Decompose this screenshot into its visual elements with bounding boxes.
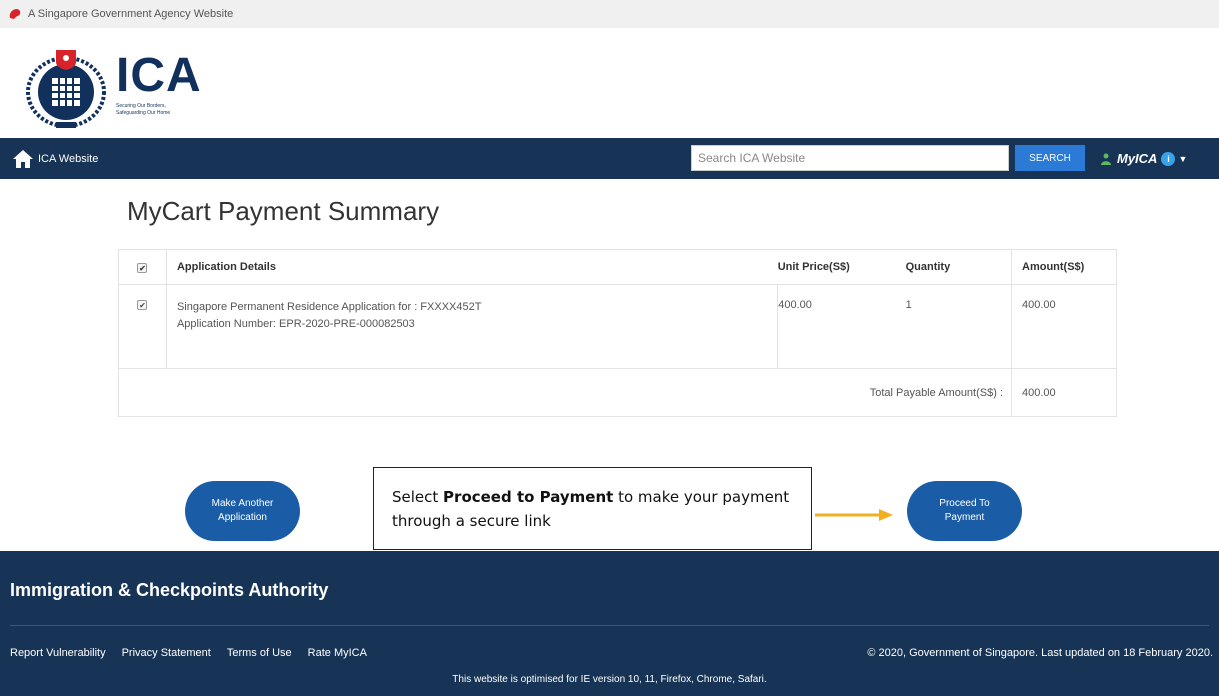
total-row: Total Payable Amount(S$) : 400.00 bbox=[118, 368, 1117, 417]
application-details-cell: Singapore Permanent Residence Applicatio… bbox=[165, 284, 779, 369]
make-another-line1: Make Another bbox=[211, 498, 274, 509]
footer-link-report-vulnerability[interactable]: Report Vulnerability bbox=[10, 647, 106, 659]
quantity-cell: 1 bbox=[905, 284, 1012, 369]
unit-price-cell: 400.00 bbox=[777, 284, 906, 369]
make-another-application-button[interactable]: Make Another Application bbox=[185, 481, 300, 541]
user-icon bbox=[1101, 153, 1111, 165]
table-row: ✔ Singapore Permanent Residence Applicat… bbox=[118, 284, 1117, 369]
cart-table: ✔ Application Details Unit Price(S$) Qua… bbox=[118, 249, 1117, 417]
myica-label: MyICA bbox=[1117, 151, 1158, 166]
header-amount: Amount(S$) bbox=[1011, 249, 1117, 285]
ica-crest-icon bbox=[26, 50, 106, 128]
callout-bold: Proceed to Payment bbox=[443, 488, 614, 506]
make-another-line2: Application bbox=[218, 512, 267, 523]
total-amount: 400.00 bbox=[1011, 368, 1117, 417]
top-navigation-bar: ICA Website SEARCH MyICA i ▼ bbox=[0, 138, 1219, 179]
footer-browser-note: This website is optimised for IE version… bbox=[452, 674, 767, 685]
home-icon bbox=[13, 149, 33, 168]
row-select-cell: ✔ bbox=[118, 284, 167, 369]
header-unit-price: Unit Price(S$) bbox=[777, 249, 906, 285]
ica-logo[interactable]: ICA Securing Our Borders, Safeguarding O… bbox=[20, 34, 202, 134]
application-description: Singapore Permanent Residence Applicatio… bbox=[176, 301, 482, 313]
proceed-line1: Proceed To bbox=[939, 498, 990, 509]
lion-head-icon bbox=[9, 9, 21, 19]
page-title: MyCart Payment Summary bbox=[127, 196, 440, 226]
amount-cell: 400.00 bbox=[1011, 284, 1117, 369]
footer-divider bbox=[10, 625, 1209, 626]
header-quantity: Quantity bbox=[905, 249, 1012, 285]
gov-banner: A Singapore Government Agency Website bbox=[0, 0, 1219, 28]
search-input[interactable] bbox=[691, 145, 1009, 171]
search-button[interactable]: SEARCH bbox=[1015, 145, 1085, 171]
arrow-right-icon bbox=[815, 509, 893, 521]
table-header-row: ✔ Application Details Unit Price(S$) Qua… bbox=[118, 249, 1117, 285]
footer-copyright: © 2020, Government of Singapore. Last up… bbox=[867, 647, 1213, 659]
logo-acronym: ICA bbox=[116, 49, 202, 102]
header-application-details: Application Details bbox=[166, 249, 778, 285]
footer-title: Immigration & Checkpoints Authority bbox=[10, 580, 329, 600]
select-all-checkbox[interactable]: ✔ bbox=[137, 262, 148, 273]
application-number: Application Number: EPR-2020-PRE-0000825… bbox=[176, 318, 415, 330]
total-label: Total Payable Amount(S$) : bbox=[118, 368, 1012, 417]
proceed-to-payment-button[interactable]: Proceed To Payment bbox=[907, 481, 1022, 541]
proceed-line2: Payment bbox=[944, 512, 985, 523]
footer-link-rate-myica[interactable]: Rate MyICA bbox=[308, 647, 367, 659]
footer-link-terms-of-use[interactable]: Terms of Use bbox=[227, 647, 292, 659]
callout-prefix: Select bbox=[392, 488, 444, 506]
info-icon[interactable]: i bbox=[1161, 151, 1176, 166]
home-link[interactable]: ICA Website bbox=[12, 148, 98, 170]
logo-motto-line2: Safeguarding Our Home bbox=[116, 109, 171, 116]
instruction-callout: Select Proceed to Payment to make your p… bbox=[373, 467, 812, 550]
myica-account-menu[interactable]: MyICA i ▼ bbox=[1101, 138, 1187, 179]
footer-links: Report Vulnerability Privacy Statement T… bbox=[10, 647, 383, 659]
footer-link-privacy-statement[interactable]: Privacy Statement bbox=[122, 647, 211, 659]
home-link-label: ICA Website bbox=[38, 152, 99, 165]
caret-down-icon: ▼ bbox=[1178, 153, 1188, 164]
footer: Immigration & Checkpoints Authority Repo… bbox=[0, 551, 1219, 696]
gov-banner-text: A Singapore Government Agency Website bbox=[28, 8, 234, 20]
select-all-cell: ✔ bbox=[118, 249, 167, 285]
row-checkbox[interactable]: ✔ bbox=[137, 300, 148, 310]
